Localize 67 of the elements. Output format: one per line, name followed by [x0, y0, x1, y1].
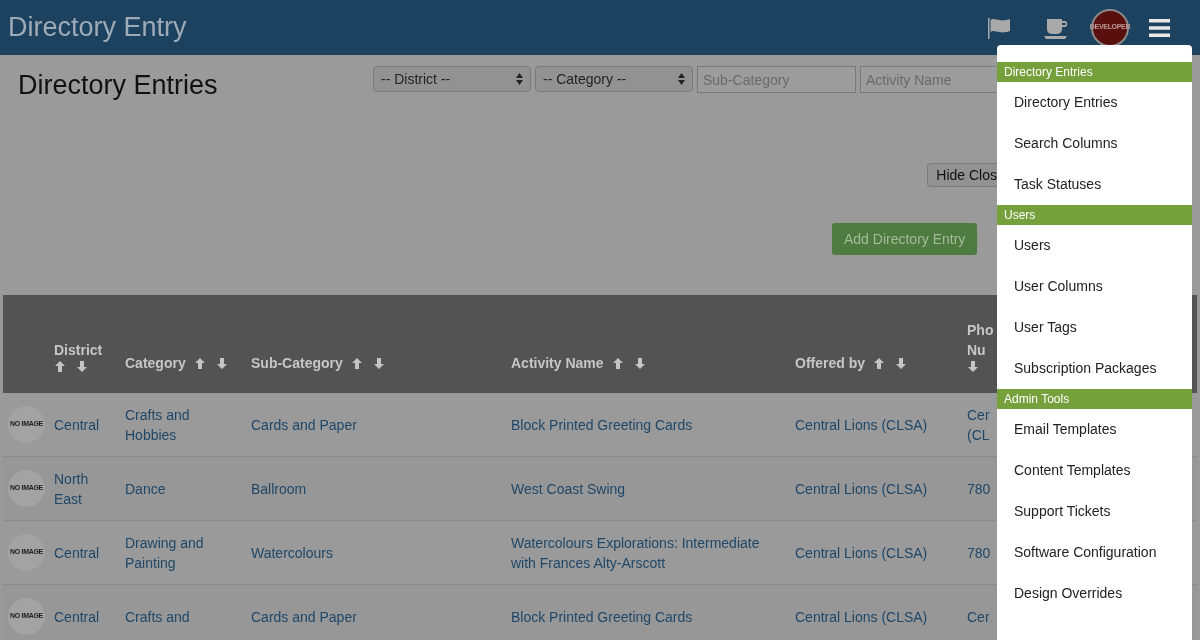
table-cell-link[interactable]: Central Lions (CLSA)	[795, 414, 957, 435]
sort-down-icon[interactable]	[633, 356, 646, 370]
menu-section-header: Directory Entries	[997, 62, 1192, 82]
menu-item[interactable]: Users	[997, 225, 1192, 266]
menu-item[interactable]: Task Statuses	[997, 164, 1192, 205]
column-header[interactable]: Sub-Category	[251, 353, 343, 373]
menu-item[interactable]: Directory Entries	[997, 82, 1192, 123]
menu-section-header: Admin Tools	[997, 389, 1192, 409]
sort-down-icon[interactable]	[76, 360, 88, 373]
menu-item[interactable]: Content Templates	[997, 450, 1192, 491]
menu-item[interactable]: Subscription Packages	[997, 348, 1192, 389]
table-cell-link[interactable]: Central	[54, 542, 115, 563]
table-cell-link[interactable]: Cer (CL	[967, 404, 999, 445]
category-select[interactable]: -- Category --	[535, 66, 693, 92]
table-cell-link[interactable]: North East	[54, 468, 115, 509]
menu-item[interactable]: User Columns	[997, 266, 1192, 307]
district-select[interactable]: -- District --	[373, 66, 531, 92]
sort-down-icon[interactable]	[215, 356, 228, 370]
menu-item[interactable]: Software Configuration	[997, 532, 1192, 573]
table-cell-link[interactable]: Watercolours	[251, 542, 501, 563]
table-cell-link[interactable]: West Coast Swing	[511, 478, 785, 499]
table-cell-link[interactable]: Dance	[125, 478, 241, 499]
flag-icon[interactable]	[987, 16, 1011, 39]
table-cell-link[interactable]: Central	[54, 414, 115, 435]
app-title: Directory Entry	[8, 11, 187, 45]
table-cell-link[interactable]: Cards and Paper	[251, 606, 501, 627]
coffee-cup-icon[interactable]	[1044, 16, 1069, 39]
sort-down-icon[interactable]	[967, 360, 979, 373]
hide-closed-button[interactable]: Hide Clos	[927, 163, 997, 187]
table-cell-link[interactable]: Crafts and	[125, 606, 241, 627]
table-cell-link[interactable]: Crafts and Hobbies	[125, 404, 241, 445]
page-title: Directory Entries	[18, 69, 219, 102]
menu-item[interactable]: Search Columns	[997, 123, 1192, 164]
sort-up-icon[interactable]	[873, 356, 885, 370]
table-cell-link[interactable]: Drawing and Painting	[125, 532, 241, 573]
sort-up-icon[interactable]	[611, 356, 624, 370]
select-arrows-icon	[516, 73, 523, 85]
column-header[interactable]: Category	[125, 353, 186, 373]
column-header[interactable]: District	[54, 340, 103, 360]
sort-up-icon[interactable]	[193, 356, 206, 370]
sort-up-icon[interactable]	[350, 356, 363, 370]
sort-down-icon[interactable]	[372, 356, 385, 370]
column-header[interactable]: Pho Nu	[967, 320, 994, 360]
table-cell-link[interactable]: 780	[967, 478, 999, 499]
add-directory-entry-button[interactable]: Add Directory Entry	[832, 223, 978, 255]
select-arrows-icon	[678, 73, 685, 85]
table-cell-link[interactable]: Cer	[967, 606, 999, 627]
column-header[interactable]: Offered by	[795, 353, 865, 373]
table-cell-link[interactable]: Central Lions (CLSA)	[795, 542, 957, 563]
menu-item[interactable]: User Tags	[997, 307, 1192, 348]
table-cell-link[interactable]: 780	[967, 542, 999, 563]
table-cell-link[interactable]: Cards and Paper	[251, 414, 501, 435]
menu-icon[interactable]	[1149, 18, 1170, 37]
sort-down-icon[interactable]	[895, 356, 907, 370]
table-cell-link[interactable]: Block Printed Greeting Cards	[511, 606, 785, 627]
table-cell-link[interactable]: Central Lions (CLSA)	[795, 478, 957, 499]
table-cell-link[interactable]: Central	[54, 606, 115, 627]
sort-up-icon[interactable]	[54, 360, 66, 373]
table-cell-link[interactable]: Watercolours Explorations: Intermediate with Frances Alty-Arscott	[511, 532, 785, 573]
menu-item[interactable]: Design Overrides	[997, 573, 1192, 614]
table-cell-link[interactable]: Central Lions (CLSA)	[795, 606, 957, 627]
menu-section-header: Users	[997, 205, 1192, 225]
table-cell-link[interactable]: Ballroom	[251, 478, 501, 499]
menu-item[interactable]: Email Templates	[997, 409, 1192, 450]
menu-item[interactable]: Support Tickets	[997, 491, 1192, 532]
table-cell-link[interactable]: Block Printed Greeting Cards	[511, 414, 785, 435]
column-header[interactable]: Activity Name	[511, 353, 604, 373]
